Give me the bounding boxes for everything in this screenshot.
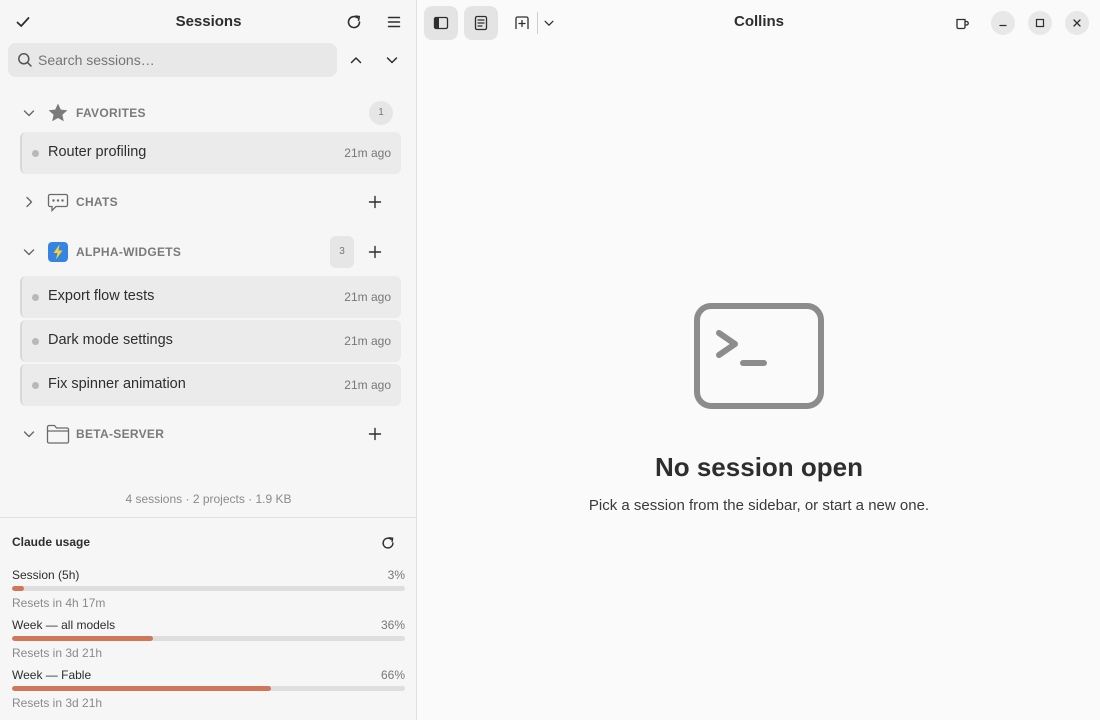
minimize-button[interactable] bbox=[991, 11, 1015, 35]
session-time: 21m ago bbox=[344, 290, 391, 304]
usage-item-session: Session (5h) 3% Resets in 4h 17m bbox=[12, 568, 405, 614]
hamburger-icon bbox=[387, 16, 401, 28]
section-favorites[interactable]: FAVORITES 1 bbox=[20, 97, 410, 129]
chevron-down-icon bbox=[23, 431, 35, 438]
terminal-icon bbox=[694, 303, 824, 414]
main-panel: Collins No session open Pick a session f… bbox=[418, 0, 1100, 720]
plus-icon bbox=[368, 427, 382, 441]
usage-percent: 3% bbox=[387, 568, 405, 582]
usage-label: Week — Fable bbox=[12, 668, 92, 682]
usage-progress-track bbox=[12, 686, 405, 691]
usage-percent: 66% bbox=[380, 668, 405, 682]
maximize-button[interactable] bbox=[1028, 11, 1052, 35]
refresh-icon bbox=[382, 537, 394, 549]
refresh-usage-button[interactable] bbox=[374, 529, 402, 557]
chevron-down-icon bbox=[23, 110, 35, 117]
new-chat-button[interactable] bbox=[363, 190, 387, 214]
section-label: CHATS bbox=[76, 195, 118, 209]
status-dot bbox=[32, 338, 39, 345]
status-dot bbox=[32, 150, 39, 157]
close-icon bbox=[1073, 19, 1081, 27]
usage-progress-track bbox=[12, 636, 405, 641]
sessions-summary: 4 sessions · 2 projects · 1.9 KB bbox=[125, 492, 292, 506]
chevron-down-icon bbox=[23, 249, 35, 256]
minimize-icon bbox=[999, 24, 1007, 27]
session-time: 21m ago bbox=[344, 334, 391, 348]
session-row-fix-spinner-animation[interactable]: Fix spinner animation 21m ago bbox=[20, 364, 401, 406]
new-session-button[interactable] bbox=[363, 422, 387, 446]
usage-progress-track bbox=[12, 586, 405, 591]
chevron-right-icon bbox=[26, 196, 33, 208]
star-icon bbox=[46, 101, 70, 125]
usage-percent: 36% bbox=[380, 618, 405, 632]
session-count-badge: 3 bbox=[330, 236, 354, 268]
usage-progress-fill bbox=[12, 686, 272, 691]
sidebar-header: Sessions bbox=[0, 0, 417, 44]
sidebar: Sessions FAVORITES 1 Router profiling 21… bbox=[0, 0, 417, 720]
section-label: BETA-SERVER bbox=[76, 427, 165, 441]
coffee-cup-icon bbox=[956, 18, 969, 30]
section-alpha-widgets[interactable]: ALPHA-WIDGETS 3 bbox=[20, 236, 410, 268]
menu-button[interactable] bbox=[380, 8, 408, 36]
usage-progress-fill bbox=[12, 636, 154, 641]
folder-icon bbox=[46, 422, 70, 446]
section-chats[interactable]: CHATS bbox=[20, 186, 410, 218]
chevron-up-icon bbox=[350, 57, 362, 64]
session-name: Fix spinner animation bbox=[48, 376, 186, 392]
previous-match-button[interactable] bbox=[342, 46, 370, 74]
next-match-button[interactable] bbox=[378, 46, 406, 74]
session-name: Export flow tests bbox=[48, 288, 155, 304]
lightning-icon bbox=[46, 240, 70, 264]
chevron-down-icon bbox=[386, 57, 398, 64]
status-dot bbox=[32, 294, 39, 301]
search-input[interactable] bbox=[38, 43, 328, 77]
session-name: Dark mode settings bbox=[48, 332, 173, 348]
plus-icon bbox=[368, 195, 382, 209]
status-dot bbox=[32, 382, 39, 389]
empty-state-title: No session open bbox=[654, 452, 864, 482]
section-label: FAVORITES bbox=[76, 106, 146, 120]
session-time: 21m ago bbox=[344, 378, 391, 392]
section-label: ALPHA-WIDGETS bbox=[76, 245, 182, 259]
coffee-button[interactable] bbox=[948, 9, 976, 37]
search-icon bbox=[18, 53, 32, 67]
close-button[interactable] bbox=[1065, 11, 1089, 35]
search-box bbox=[8, 43, 337, 77]
refresh-button[interactable] bbox=[340, 8, 368, 36]
chat-bubble-icon bbox=[46, 190, 70, 214]
session-row-dark-mode-settings[interactable]: Dark mode settings 21m ago bbox=[20, 320, 401, 362]
usage-reset-text: Resets in 3d 21h bbox=[12, 646, 103, 660]
session-name: Router profiling bbox=[48, 144, 147, 160]
plus-icon bbox=[368, 245, 382, 259]
usage-reset-text: Resets in 4h 17m bbox=[12, 596, 106, 610]
usage-panel: Claude usage Session (5h) 3% Resets in 4… bbox=[0, 517, 417, 720]
session-row-export-flow-tests[interactable]: Export flow tests 21m ago bbox=[20, 276, 401, 318]
usage-title: Claude usage bbox=[12, 535, 91, 549]
new-session-button[interactable] bbox=[363, 240, 387, 264]
session-row-router-profiling[interactable]: Router profiling 21m ago bbox=[20, 132, 401, 174]
session-count-badge: 1 bbox=[369, 101, 393, 125]
usage-item-week-fable: Week — Fable 66% Resets in 3d 21h bbox=[12, 668, 405, 714]
usage-item-week-all: Week — all models 36% Resets in 3d 21h bbox=[12, 618, 405, 664]
usage-label: Session (5h) bbox=[12, 568, 80, 582]
empty-state-subtitle: Pick a session from the sidebar, or star… bbox=[588, 497, 930, 514]
refresh-icon bbox=[347, 15, 361, 29]
section-beta-server[interactable]: BETA-SERVER bbox=[20, 418, 410, 450]
maximize-icon bbox=[1035, 18, 1045, 28]
session-time: 21m ago bbox=[344, 146, 391, 160]
usage-progress-fill bbox=[12, 586, 24, 591]
usage-label: Week — all models bbox=[12, 618, 116, 632]
usage-reset-text: Resets in 3d 21h bbox=[12, 696, 103, 710]
